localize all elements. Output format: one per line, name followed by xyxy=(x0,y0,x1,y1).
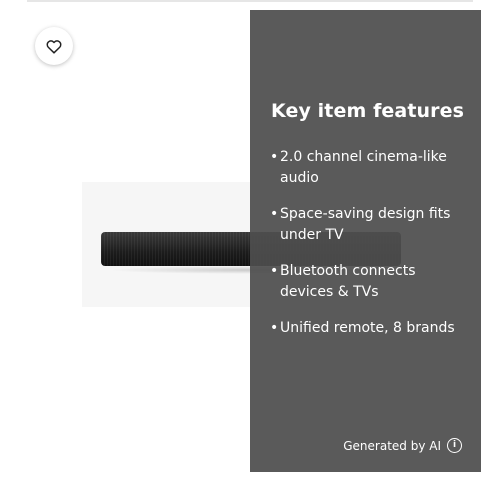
feature-text: Bluetooth connects devices & TVs xyxy=(280,263,416,300)
heart-outline-icon xyxy=(46,39,62,54)
features-list: • 2.0 channel cinema-like audio • Space-sa… xyxy=(270,147,470,354)
bullet: • xyxy=(270,149,279,165)
top-divider xyxy=(27,0,473,2)
feature-item: • 2.0 channel cinema-like audio xyxy=(270,147,470,189)
features-title: Key item features xyxy=(271,100,465,122)
feature-text: Unified remote, 8 brands xyxy=(280,320,455,336)
feature-item: • Space-saving design fits under TV xyxy=(270,204,470,246)
bullet: • xyxy=(270,263,279,279)
info-glyph: i xyxy=(452,440,457,450)
feature-text: 2.0 channel cinema-like audio xyxy=(280,149,447,186)
favorite-button[interactable] xyxy=(35,27,73,65)
info-icon[interactable]: i xyxy=(447,438,462,453)
bullet: • xyxy=(270,320,279,336)
generated-by-ai-note: Generated by AI i xyxy=(343,438,462,453)
feature-item: • Bluetooth connects devices & TVs xyxy=(270,261,470,303)
feature-item: • Unified remote, 8 brands xyxy=(270,318,470,339)
feature-text: Space-saving design fits under TV xyxy=(280,206,451,243)
key-features-panel: Key item features • 2.0 channel cinema-li… xyxy=(250,10,481,472)
ai-note-label: Generated by AI xyxy=(343,438,441,453)
bullet: • xyxy=(270,206,279,222)
